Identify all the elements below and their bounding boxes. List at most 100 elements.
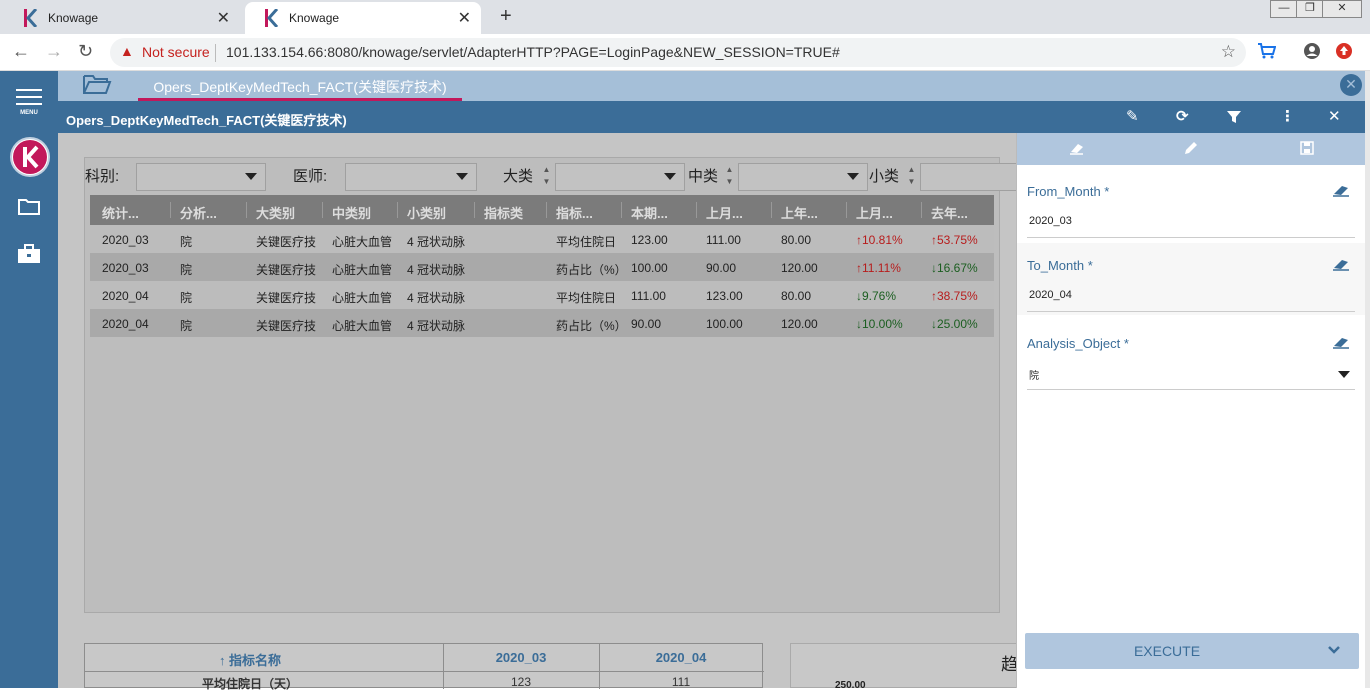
table-cell: 2020_04: [102, 289, 149, 303]
sort-spinner-icon[interactable]: ▲ ▼: [905, 164, 918, 190]
column-header[interactable]: 小类别: [407, 203, 446, 222]
column-header[interactable]: 去年...: [931, 203, 968, 222]
column-header[interactable]: 上月...: [856, 203, 893, 222]
column-divider[interactable]: [921, 202, 922, 218]
security-label[interactable]: Not secure: [142, 44, 210, 60]
profile-icon[interactable]: [1303, 42, 1321, 60]
edit-icon[interactable]: ✎: [1126, 107, 1139, 125]
pencil-icon[interactable]: [1183, 140, 1199, 156]
back-button[interactable]: ←: [12, 41, 30, 62]
more-icon[interactable]: ⋮: [1280, 107, 1295, 125]
open-folder-icon[interactable]: [82, 73, 112, 95]
filter-select-major-category[interactable]: [555, 163, 685, 191]
column-header[interactable]: 统计...: [102, 203, 139, 222]
table-row[interactable]: 2020_04 院 关键医疗技 心脏大血管 4 冠状动脉 药占比（%） 90.00 100.0…: [90, 309, 994, 337]
table-cell: 2020_04: [102, 317, 149, 331]
grid-header: 统计... 分析... 大类别 中类别 小类别 指标类 指标... 本期... 上月... 上年.…: [90, 195, 994, 225]
filter-select-minor-category[interactable]: [920, 163, 1016, 191]
table-cell: 120.00: [781, 261, 818, 275]
column-divider[interactable]: [397, 202, 398, 218]
page-scrollbar[interactable]: [1365, 71, 1370, 688]
column-header[interactable]: 分析...: [180, 203, 217, 222]
table-cell: 关键医疗技: [256, 235, 317, 249]
table-cell: ↓16.67%: [931, 261, 978, 275]
filter-select-doctor[interactable]: [345, 163, 477, 191]
table-cell: 院: [180, 319, 193, 333]
save-icon[interactable]: [1299, 140, 1315, 156]
table-cell: 4 冠状动脉: [407, 291, 466, 305]
column-divider[interactable]: [474, 202, 475, 218]
table-row[interactable]: 2020_03 院 关键医疗技 心脏大血管 4 冠状动脉 药占比（%） 100.00 90.0…: [90, 253, 994, 281]
clear-eraser-icon[interactable]: [1332, 335, 1350, 349]
parameter-label: From_Month *: [1027, 184, 1110, 199]
bookmark-star-icon[interactable]: ☆: [1221, 42, 1236, 62]
column-header[interactable]: 大类别: [256, 203, 295, 222]
sort-spinner-icon[interactable]: ▲ ▼: [540, 164, 553, 190]
table-cell: 平均住院日: [556, 291, 617, 305]
column-header[interactable]: 上月...: [706, 203, 743, 222]
table-cell: 关键医疗技: [256, 291, 317, 305]
column-header-period-1[interactable]: 2020_03: [443, 650, 599, 665]
execute-button[interactable]: EXECUTE: [1025, 633, 1359, 669]
column-header[interactable]: 本期...: [631, 203, 668, 222]
knowage-logo[interactable]: [10, 137, 50, 177]
column-header-indicator-name[interactable]: ↑ 指标名称: [85, 650, 415, 669]
document-title: Opers_DeptKeyMedTech_FACT(关键医疗技术): [66, 113, 347, 128]
minimize-button[interactable]: —: [1270, 0, 1298, 18]
sort-spinner-icon[interactable]: ▲ ▼: [723, 164, 736, 190]
table-cell: 90.00: [706, 261, 737, 275]
tab-close-icon[interactable]: ✕: [217, 8, 230, 28]
close-document-icon[interactable]: ✕: [1340, 74, 1362, 96]
document-tab-bar: Opers_DeptKeyMedTech_FACT(关键医疗技术) ✕: [58, 71, 1370, 101]
clear-eraser-icon[interactable]: [1332, 183, 1350, 197]
window-close-button[interactable]: ✕: [1322, 0, 1362, 18]
clear-eraser-icon[interactable]: [1332, 257, 1350, 271]
divider: [85, 671, 764, 672]
column-divider[interactable]: [696, 202, 697, 218]
column-divider[interactable]: [621, 202, 622, 218]
briefcase-icon[interactable]: [17, 244, 41, 264]
parameter-label: Analysis_Object *: [1027, 336, 1129, 351]
new-tab-button[interactable]: +: [500, 5, 512, 28]
column-divider[interactable]: [546, 202, 547, 218]
table-cell: 关键医疗技: [256, 263, 317, 277]
tab-close-icon[interactable]: ✕: [458, 8, 471, 28]
column-header-period-2[interactable]: 2020_04: [599, 650, 763, 665]
table-row[interactable]: 2020_04 院 关键医疗技 心脏大血管 4 冠状动脉 平均住院日 111.00 123.0…: [90, 281, 994, 309]
browser-tab-2[interactable]: Knowage ✕: [245, 2, 481, 34]
update-icon[interactable]: [1335, 42, 1353, 60]
to-month-input[interactable]: 2020_04: [1029, 289, 1072, 301]
reload-button[interactable]: ↻: [78, 41, 93, 62]
column-header[interactable]: 中类别: [332, 203, 371, 222]
cart-icon[interactable]: [1258, 43, 1276, 59]
chevron-down-icon[interactable]: [1327, 643, 1341, 657]
document-tab[interactable]: Opers_DeptKeyMedTech_FACT(关键医疗技术): [138, 71, 462, 101]
menu-icon[interactable]: [16, 89, 42, 110]
filter-icon[interactable]: [1227, 110, 1241, 124]
folder-icon[interactable]: [18, 198, 40, 215]
column-divider[interactable]: [322, 202, 323, 218]
column-header[interactable]: 指标...: [556, 203, 593, 222]
omnibox[interactable]: ▲ Not secure 101.133.154.66:8080/knowage…: [110, 38, 1246, 67]
forward-button[interactable]: →: [45, 41, 63, 62]
refresh-icon[interactable]: ⟳: [1176, 107, 1189, 125]
from-month-input[interactable]: 2020_03: [1029, 215, 1072, 227]
url-text[interactable]: 101.133.154.66:8080/knowage/servlet/Adap…: [226, 44, 840, 60]
browser-tab-1[interactable]: Knowage ✕: [4, 2, 240, 34]
column-divider[interactable]: [846, 202, 847, 218]
column-divider[interactable]: [170, 202, 171, 218]
column-header[interactable]: 指标类: [484, 203, 523, 222]
column-divider[interactable]: [771, 202, 772, 218]
table-cell: 100.00: [631, 261, 668, 275]
eraser-icon[interactable]: [1069, 140, 1085, 156]
column-header[interactable]: 上年...: [781, 203, 818, 222]
restore-button[interactable]: ❐: [1296, 0, 1324, 18]
table-row[interactable]: 2020_03 院 关键医疗技 心脏大血管 4 冠状动脉 平均住院日 123.00 111.0…: [90, 225, 994, 253]
table-cell: 2020_03: [102, 261, 149, 275]
filter-select-mid-category[interactable]: [738, 163, 868, 191]
column-divider[interactable]: [246, 202, 247, 218]
analysis-object-select[interactable]: 院: [1029, 367, 1039, 382]
close-icon[interactable]: ✕: [1328, 107, 1341, 125]
filter-select-department[interactable]: [136, 163, 266, 191]
chevron-down-icon[interactable]: [1338, 371, 1350, 378]
